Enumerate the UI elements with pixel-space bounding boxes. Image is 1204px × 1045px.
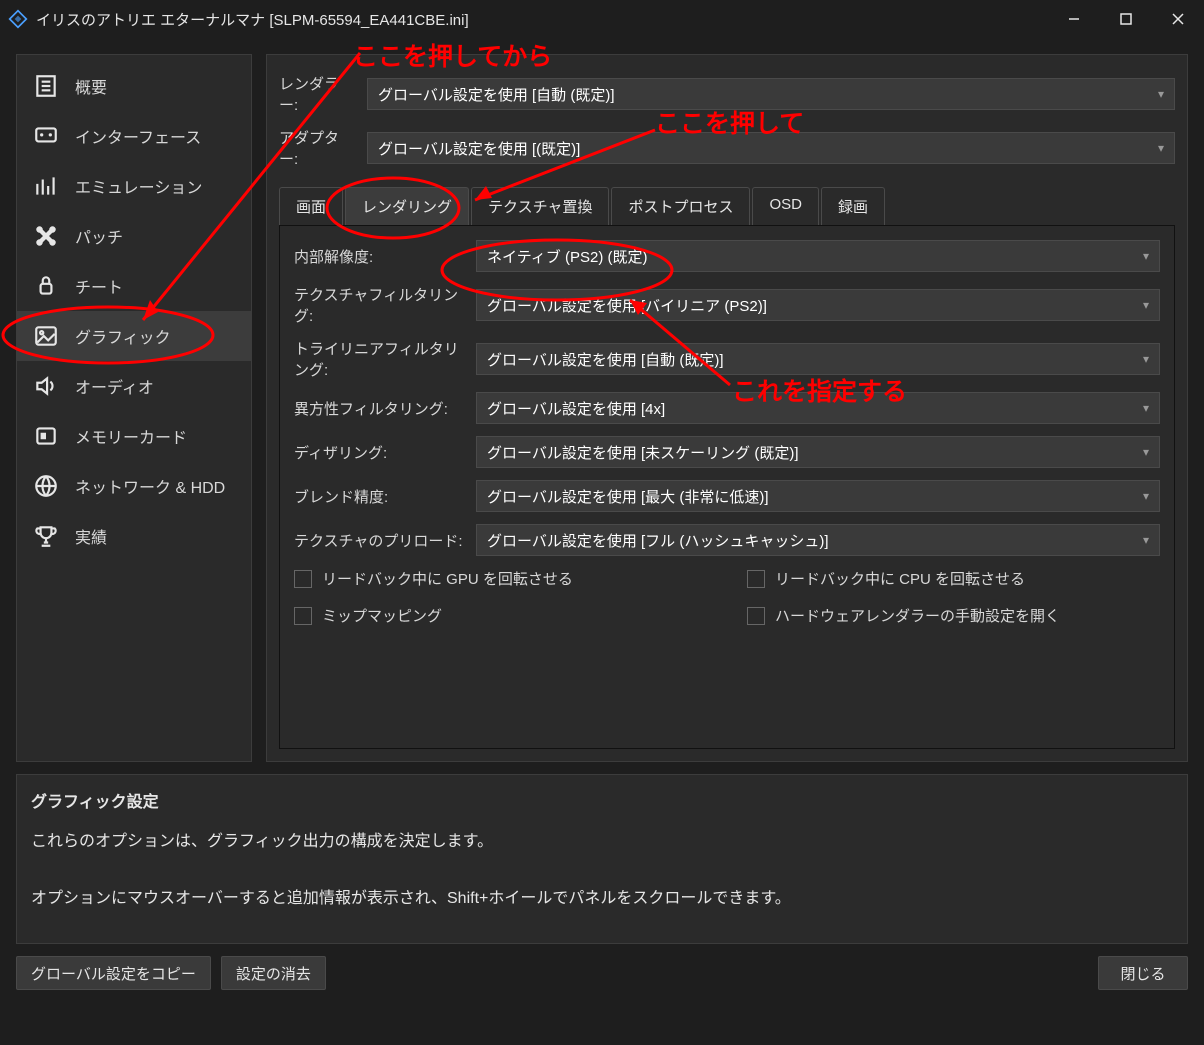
internal-res-combo[interactable]: ネイティブ (PS2) (既定) xyxy=(476,240,1160,272)
sidebar-item-label: オーディオ xyxy=(75,374,154,398)
tex-filter-combo[interactable]: グローバル設定を使用 [バイリニア (PS2)] xyxy=(476,289,1160,321)
tab-rendering[interactable]: レンダリング xyxy=(345,187,469,225)
sidebar-item-label: 実績 xyxy=(75,524,107,548)
sidebar-item-audio[interactable]: オーディオ xyxy=(17,361,251,411)
renderer-label: レンダラー: xyxy=(279,73,357,115)
graphics-icon xyxy=(31,321,61,351)
sidebar-item-label: エミュレーション xyxy=(75,174,202,198)
settings-window: イリスのアトリエ エターナルマナ [SLPM-65594_EA441CBE.in… xyxy=(0,0,1204,1045)
interface-icon xyxy=(31,121,61,151)
memcard-icon xyxy=(31,421,61,451)
network-icon xyxy=(31,471,61,501)
help-title: グラフィック設定 xyxy=(31,789,1173,818)
clear-settings-button[interactable]: 設定の消去 xyxy=(221,956,326,990)
sidebar-item-memcard[interactable]: メモリーカード xyxy=(17,411,251,461)
checkbox-icon xyxy=(294,570,312,588)
trilinear-combo[interactable]: グローバル設定を使用 [自動 (既定)] xyxy=(476,343,1160,375)
sidebar-item-label: グラフィック xyxy=(75,324,171,348)
trophy-icon xyxy=(31,521,61,551)
sidebar-item-label: 概要 xyxy=(75,74,107,98)
cheat-icon xyxy=(31,271,61,301)
sidebar-item-label: パッチ xyxy=(75,224,123,248)
help-panel: グラフィック設定 これらのオプションは、グラフィック出力の構成を決定します。 オ… xyxy=(16,774,1188,944)
dither-combo[interactable]: グローバル設定を使用 [未スケーリング (既定)] xyxy=(476,436,1160,468)
chk-cpu-readback[interactable]: リードバック中に CPU を回転させる xyxy=(747,568,1160,589)
tab-osd[interactable]: OSD xyxy=(752,187,819,225)
help-line1: これらのオプションは、グラフィック出力の構成を決定します。 xyxy=(31,828,1173,857)
patch-icon xyxy=(31,221,61,251)
annotation-text-3: これを指定する xyxy=(732,372,907,408)
sidebar-item-cheat[interactable]: チート xyxy=(17,261,251,311)
chk-gpu-readback[interactable]: リードバック中に GPU を回転させる xyxy=(294,568,707,589)
bottom-button-bar: グローバル設定をコピー 設定の消去 閉じる xyxy=(16,956,1188,990)
tabpane-rendering: 内部解像度: ネイティブ (PS2) (既定) テクスチャフィルタリング: グロ… xyxy=(279,226,1175,749)
aniso-label: 異方性フィルタリング: xyxy=(294,398,466,419)
help-line2: オプションにマウスオーバーすると追加情報が表示され、Shift+ホイールでパネル… xyxy=(31,885,1173,914)
upper-pane: 概要 インターフェース エミュレーション パッチ チート xyxy=(16,54,1188,762)
client-area: 概要 インターフェース エミュレーション パッチ チート xyxy=(0,38,1204,1045)
sidebar-item-label: メモリーカード xyxy=(75,424,187,448)
copy-global-button[interactable]: グローバル設定をコピー xyxy=(16,956,211,990)
sidebar-item-interface[interactable]: インターフェース xyxy=(17,111,251,161)
checkbox-icon xyxy=(747,607,765,625)
sidebar-item-label: インターフェース xyxy=(75,124,201,148)
chk-hw-manual[interactable]: ハードウェアレンダラーの手動設定を開く xyxy=(747,605,1160,626)
maximize-button[interactable] xyxy=(1100,0,1152,38)
audio-icon xyxy=(31,371,61,401)
tab-screen[interactable]: 画面 xyxy=(279,187,343,225)
checkbox-icon xyxy=(747,570,765,588)
dither-label: ディザリング: xyxy=(294,442,466,463)
content-pane: レンダラー: グローバル設定を使用 [自動 (既定)] アダプター: グローバル… xyxy=(266,54,1188,762)
sidebar-item-emulation[interactable]: エミュレーション xyxy=(17,161,251,211)
tab-recording[interactable]: 録画 xyxy=(821,187,885,225)
close-dialog-button[interactable]: 閉じる xyxy=(1098,956,1188,990)
checkbox-grid: リードバック中に GPU を回転させる ミップマッピング リードバック中に CP… xyxy=(294,568,1160,626)
tab-postprocess[interactable]: ポストプロセス xyxy=(611,187,750,225)
trilinear-label: トライリニアフィルタリング: xyxy=(294,338,466,380)
sidebar-item-graphics[interactable]: グラフィック xyxy=(17,311,251,361)
summary-icon xyxy=(31,71,61,101)
sidebar-item-label: チート xyxy=(75,274,123,298)
window-title: イリスのアトリエ エターナルマナ [SLPM-65594_EA441CBE.in… xyxy=(36,9,1048,30)
sidebar-item-summary[interactable]: 概要 xyxy=(17,61,251,111)
sidebar-item-patch[interactable]: パッチ xyxy=(17,211,251,261)
sidebar: 概要 インターフェース エミュレーション パッチ チート xyxy=(16,54,252,762)
annotation-text-1: ここを押してから xyxy=(353,37,552,73)
chk-mipmap[interactable]: ミップマッピング xyxy=(294,605,707,626)
preload-combo[interactable]: グローバル設定を使用 [フル (ハッシュキャッシュ)] xyxy=(476,524,1160,556)
sidebar-item-network[interactable]: ネットワーク & HDD xyxy=(17,461,251,511)
annotation-text-2: ここを押して xyxy=(655,104,804,140)
app-icon xyxy=(8,9,28,29)
emulation-icon xyxy=(31,171,61,201)
preload-label: テクスチャのプリロード: xyxy=(294,530,466,551)
checkbox-icon xyxy=(294,607,312,625)
tabs: 画面 レンダリング テクスチャ置換 ポストプロセス OSD 録画 xyxy=(279,187,1175,226)
titlebar: イリスのアトリエ エターナルマナ [SLPM-65594_EA441CBE.in… xyxy=(0,0,1204,38)
sidebar-item-label: ネットワーク & HDD xyxy=(75,474,225,498)
tex-filter-label: テクスチャフィルタリング: xyxy=(294,284,466,326)
blend-label: ブレンド精度: xyxy=(294,486,466,507)
internal-res-label: 内部解像度: xyxy=(294,246,466,267)
sidebar-item-achievements[interactable]: 実績 xyxy=(17,511,251,561)
tab-texswap[interactable]: テクスチャ置換 xyxy=(471,187,609,225)
minimize-button[interactable] xyxy=(1048,0,1100,38)
close-button[interactable] xyxy=(1152,0,1204,38)
blend-combo[interactable]: グローバル設定を使用 [最大 (非常に低速)] xyxy=(476,480,1160,512)
adapter-label: アダプター: xyxy=(279,127,357,169)
